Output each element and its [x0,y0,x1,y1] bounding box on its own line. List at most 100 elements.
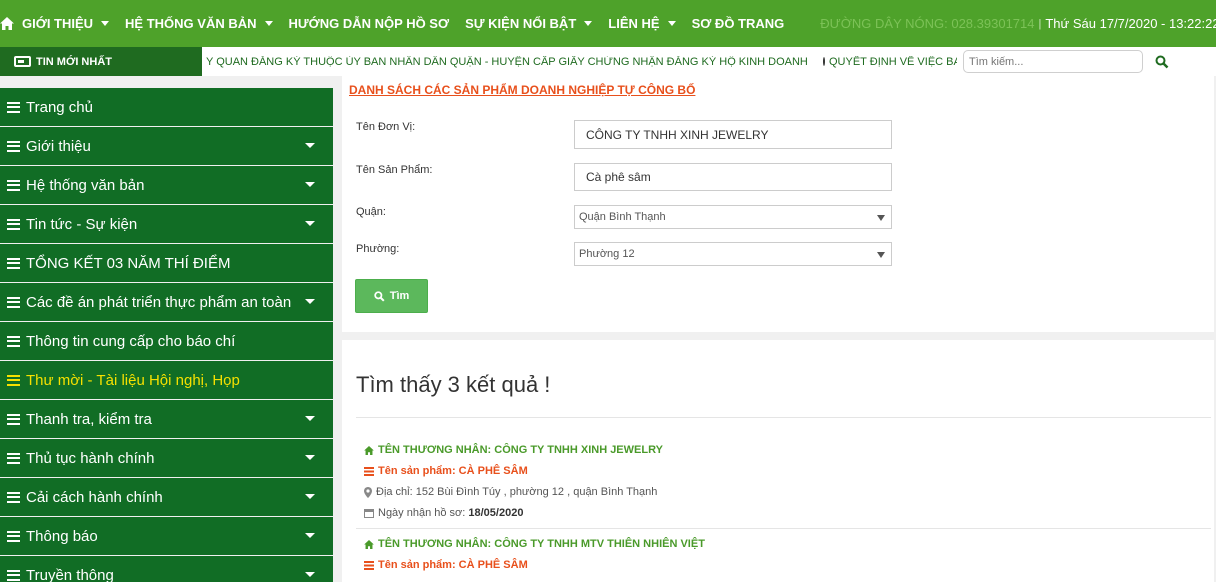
nav-he-thong-van-ban[interactable]: HỆ THỐNG VĂN BẢN [117,16,280,31]
sidebar-item-thu-moi[interactable]: Thư mời - Tài liệu Hội nghị, Họp [0,361,333,399]
unit-label: Tên Đơn Vị: [356,121,416,133]
chevron-down-icon [667,21,676,26]
results-title: Tìm thấy 3 kết quả ! [356,372,551,397]
chevron-down-icon [101,21,110,26]
nav-label: GIỚI THIỆU [22,16,94,31]
news-bar: TIN MỚI NHẤT Y QUAN ĐĂNG KÝ THUỘC ỦY BAN… [0,47,1216,76]
nav-label: SƠ ĐỒ TRANG [691,16,785,31]
sidebar-item-label: TỔNG KẾT 03 NĂM THÍ ĐIỂM [26,254,231,272]
contrast-icon [823,57,825,66]
map-marker-icon [364,486,372,498]
news-ticker[interactable]: Y QUAN ĐĂNG KÝ THUỘC ỦY BAN NHÂN DÂN QUẬ… [202,56,817,68]
chevron-down-icon [305,221,315,226]
list-icon [7,101,20,113]
sidebar-item-gioi-thieu[interactable]: Giới thiệu [0,127,333,165]
district-select[interactable]: Quận Bình Thạnh [574,205,892,229]
divider [356,528,1211,529]
chevron-down-icon [305,182,315,187]
search-icon [374,290,385,302]
list-icon [364,560,374,570]
sidebar-item-truyen-thong[interactable]: Truyền thông [0,556,333,582]
page-title[interactable]: DANH SÁCH CÁC SẢN PHẨM DOANH NGHIỆP TỰ C… [349,83,695,97]
date-time: Thứ Sáu 17/7/2020 - 13:22:22 [1045,16,1216,31]
sidebar-item-label: Cải cách hành chính [26,488,163,506]
product-label: Tên Sản Phẩm: [356,164,433,176]
nav-label: LIÊN HỆ [608,16,660,31]
sidebar-item-de-an[interactable]: Các đề án phát triển thực phẩm an toàn [0,283,333,321]
result-merchant-link[interactable]: TÊN THƯƠNG NHÂN: CÔNG TY TNHH XINH JEWEL… [364,444,663,456]
latest-news-text: TIN MỚI NHẤT [36,55,112,68]
nav-label: HƯỚNG DẪN NỘP HỒ SƠ [288,16,450,31]
home-icon[interactable] [0,17,14,30]
sidebar-item-cai-cach[interactable]: Cải cách hành chính [0,478,333,516]
product-name-field[interactable]: Cà phê sâm [574,163,892,191]
chevron-down-icon [305,455,315,460]
top-navigation: GIỚI THIỆU HỆ THỐNG VĂN BẢN HƯỚNG DẪN NỘ… [0,0,1216,47]
chevron-down-icon [305,143,315,148]
nav-lien-he[interactable]: LIÊN HỆ [600,16,683,31]
latest-news-label: TIN MỚI NHẤT [0,47,202,76]
sidebar-item-label: Thông tin cung cấp cho báo chí [26,332,236,350]
product-name: Tên sản phẩm: CÀ PHÊ SÂM [378,465,528,477]
sidebar-item-bao-chi[interactable]: Thông tin cung cấp cho báo chí [0,322,333,360]
news-ticker-next[interactable]: QUYẾT ĐỊNH VỀ VIỆC BAN HÀNH [817,56,957,68]
unit-name-field[interactable]: CÔNG TY TNHH XINH JEWELRY [574,120,892,149]
sidebar-item-tin-tuc[interactable]: Tin tức - Sự kiện [0,205,333,243]
calendar-icon [364,508,374,518]
date-value: 18/05/2020 [468,507,524,519]
chevron-down-icon [264,21,273,26]
address-text: Địa chỉ: 152 Bùi Đình Túy , phường 12 , … [376,486,658,498]
result-merchant-link[interactable]: TÊN THƯƠNG NHÂN: CÔNG TY TNHH MTV THIÊN … [364,538,705,550]
sidebar-item-thong-bao[interactable]: Thông báo [0,517,333,555]
district-value: Quận Bình Thạnh [579,211,666,223]
ward-value: Phường 12 [579,248,635,260]
list-icon [7,491,20,503]
chevron-down-icon [584,21,593,26]
chevron-down-icon [305,533,315,538]
result-address: Địa chỉ: 152 Bùi Đình Túy , phường 12 , … [364,486,657,498]
list-icon [7,413,20,425]
divider: | [1038,17,1042,30]
nav-su-kien-noi-bat[interactable]: SỰ KIỆN NỔI BẬT [457,16,600,31]
chevron-down-icon [877,215,885,221]
nav-label: HỆ THỐNG VĂN BẢN [125,16,257,31]
list-icon [7,179,20,191]
sidebar-item-label: Thông báo [26,527,98,545]
list-icon [7,335,20,347]
list-icon [7,296,20,308]
list-icon [7,569,20,581]
divider [356,417,1211,418]
nav-gioi-thieu[interactable]: GIỚI THIỆU [14,16,117,31]
list-icon [7,452,20,464]
results-panel: Tìm thấy 3 kết quả ! TÊN THƯƠNG NHÂN: CÔ… [342,340,1214,582]
sidebar-item-tong-ket[interactable]: TỔNG KẾT 03 NĂM THÍ ĐIỂM [0,244,333,282]
search-icon[interactable] [1155,55,1169,69]
nav-so-do-trang[interactable]: SƠ ĐỒ TRANG [684,16,793,31]
list-icon [7,140,20,152]
sidebar-item-thu-tuc[interactable]: Thủ tục hành chính [0,439,333,477]
merchant-name: TÊN THƯƠNG NHÂN: CÔNG TY TNHH XINH JEWEL… [378,444,663,456]
search-form-panel: DANH SÁCH CÁC SẢN PHẨM DOANH NGHIỆP TỰ C… [342,76,1214,332]
district-label: Quận: [356,206,386,218]
sidebar-item-label: Các đề án phát triển thực phẩm an toàn [26,293,292,311]
sidebar-item-he-thong-van-ban[interactable]: Hệ thống văn bản [0,166,333,204]
newspaper-icon [14,56,31,67]
date-label: Ngày nhận hồ sơ: [378,507,466,519]
sidebar-item-thanh-tra[interactable]: Thanh tra, kiểm tra [0,400,333,438]
sidebar-item-label: Thư mời - Tài liệu Hội nghị, Họp [26,371,240,389]
sidebar-item-trang-chu[interactable]: Trang chủ [0,88,333,126]
list-icon [364,466,374,476]
nav-huong-dan-nop-ho-so[interactable]: HƯỚNG DẪN NỘP HỒ SƠ [281,16,458,31]
search-button-label: Tìm [389,290,410,302]
list-icon [7,218,20,230]
sidebar-item-label: Thủ tục hành chính [26,449,155,467]
ward-select[interactable]: Phường 12 [574,242,892,266]
sidebar-item-label: Trang chủ [26,98,93,116]
search-button[interactable]: Tìm [355,279,428,313]
home-icon [364,445,374,455]
sidebar-item-label: Giới thiệu [26,137,91,155]
search-input[interactable] [963,50,1143,73]
list-icon [7,257,20,269]
product-name: Tên sản phẩm: CÀ PHÊ SÂM [378,559,528,571]
ward-label: Phường: [356,243,400,255]
